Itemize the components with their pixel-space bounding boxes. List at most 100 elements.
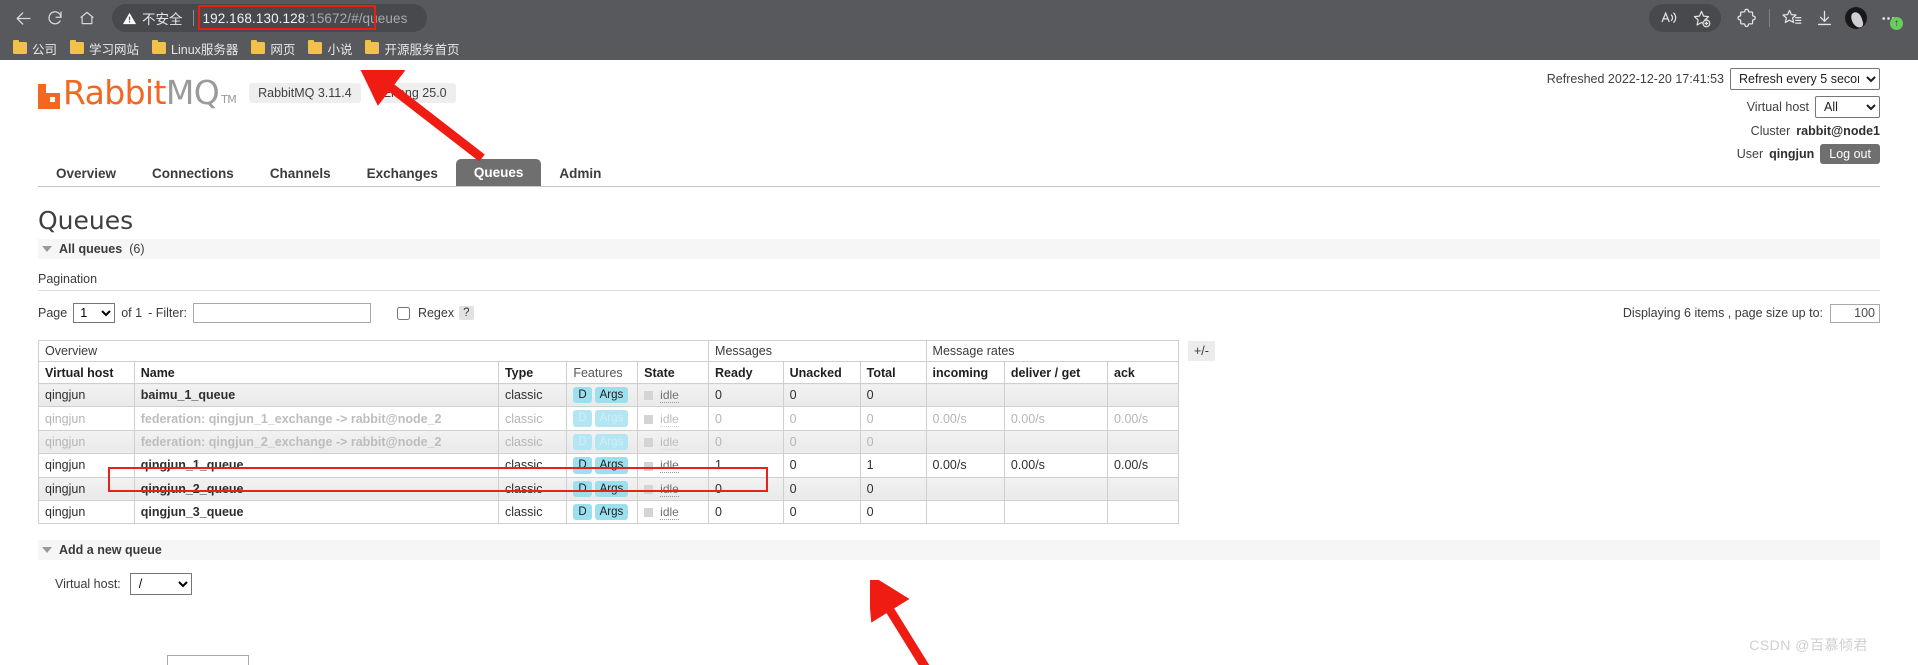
table-row[interactable]: qingjun qingjun_2_queue classic D Args idle 0 0… (38, 476, 1179, 501)
toolbar-right-group: ↑ (1649, 4, 1910, 32)
settings-more-icon[interactable]: ↑ (1872, 4, 1904, 32)
read-aloud-icon[interactable] (1653, 4, 1685, 32)
col-state[interactable]: State (637, 361, 710, 384)
cell-unacked: 0 (782, 382, 861, 408)
bookmark-label: 小说 (327, 42, 353, 57)
cell-unacked: 0 (782, 406, 861, 431)
bookmark-item[interactable]: 学习网站 (66, 37, 148, 60)
refresh-interval-select[interactable]: Refresh every 5 seconds (1730, 68, 1880, 90)
col-virtual-host[interactable]: Virtual host (38, 361, 135, 384)
bookmark-item[interactable]: 开源服务首页 (361, 37, 468, 60)
bookmark-item[interactable]: Linux服务器 (148, 37, 247, 60)
add-queue-section-header[interactable]: Add a new queue (38, 540, 1880, 561)
state-label: idle (660, 505, 679, 521)
table-row[interactable]: qingjun qingjun_1_queue classic D Args idle 1 0… (38, 453, 1179, 478)
add-queue-vhost-select[interactable]: / (129, 573, 192, 596)
reload-icon[interactable] (40, 3, 70, 33)
col-name[interactable]: Name (133, 361, 499, 384)
badge-args-icon: Args (594, 480, 629, 497)
state-label: idle (660, 481, 679, 497)
user-label: User (1736, 147, 1764, 161)
cell-incoming: 0.00/s (925, 453, 1005, 478)
table-row[interactable]: qingjun baimu_1_queue classic D Args idle 0 0 0 (38, 382, 1179, 408)
queues-table: Overview Messages Message rates Virtual … (37, 340, 1180, 525)
cell-unacked: 0 (782, 499, 861, 525)
cell-virtual-host: qingjun (38, 499, 135, 525)
col-total[interactable]: Total (859, 361, 927, 384)
cell-queue-name[interactable]: federation: qingjun_1_exchange -> rabbit… (133, 406, 499, 431)
page-of-label: of 1 (121, 306, 143, 320)
page-size-input[interactable] (1830, 303, 1880, 323)
state-indicator-icon (644, 438, 654, 448)
col-incoming[interactable]: incoming (925, 361, 1005, 384)
downloads-icon[interactable] (1808, 4, 1840, 32)
cell-features: D Args (566, 406, 639, 431)
table-column-header-row: Virtual host Name Type Features State Re… (38, 361, 1179, 384)
regex-help-icon[interactable]: ? (459, 306, 474, 320)
badge-durable-icon: D (573, 410, 592, 427)
tab-channels[interactable]: Channels (252, 161, 349, 187)
col-deliver-get[interactable]: deliver / get (1003, 361, 1109, 384)
col-ready[interactable]: Ready (708, 361, 784, 384)
state-label: idle (660, 458, 679, 474)
regex-label: Regex (417, 306, 455, 320)
bookmark-label: 网页 (270, 42, 296, 57)
home-icon[interactable] (72, 3, 102, 33)
cell-queue-name[interactable]: federation: qingjun_2_exchange -> rabbit… (133, 429, 499, 455)
tab-queues[interactable]: Queues (455, 158, 542, 186)
cell-queue-name[interactable]: baimu_1_queue (133, 382, 499, 408)
cell-virtual-host: qingjun (38, 429, 135, 455)
bookmark-item[interactable]: 网页 (247, 37, 304, 60)
collections-icon[interactable] (1776, 4, 1808, 32)
cell-queue-name[interactable]: qingjun_3_queue (133, 499, 499, 525)
tab-admin[interactable]: Admin (541, 161, 619, 187)
logout-button[interactable]: Log out (1820, 144, 1880, 164)
regex-checkbox[interactable] (396, 306, 410, 320)
cell-total: 0 (859, 499, 927, 525)
bookmark-item[interactable]: 公司 (9, 37, 66, 60)
cell-ack: 0.00/s (1107, 406, 1179, 431)
address-bar[interactable]: 不安全 192.168.130.128:15672/#/queues (112, 4, 427, 32)
all-queues-label: All queues (59, 242, 123, 256)
add-queue-name-input[interactable] (167, 655, 249, 665)
table-row[interactable]: qingjun federation: qingjun_1_exchange ->… (38, 406, 1179, 431)
cell-queue-name[interactable]: qingjun_1_queue (133, 453, 499, 478)
security-warning[interactable]: 不安全 (122, 8, 183, 28)
tab-overview[interactable]: Overview (38, 161, 134, 187)
rabbitmq-glyph-icon (38, 84, 60, 109)
cell-deliver-get (1003, 476, 1109, 501)
bookmark-item[interactable]: 小说 (304, 37, 361, 60)
col-ack[interactable]: ack (1107, 361, 1179, 384)
folder-icon (251, 39, 266, 54)
cell-queue-name[interactable]: qingjun_2_queue (133, 476, 499, 501)
badge-args-icon: Args (594, 433, 629, 451)
url-host: 192.168.130.128 (202, 10, 306, 26)
col-type[interactable]: Type (497, 361, 568, 384)
cell-deliver-get (1003, 499, 1109, 525)
logo-text-rabbit: Rabbit (63, 73, 166, 112)
col-unacked[interactable]: Unacked (782, 361, 861, 384)
extensions-icon[interactable] (1731, 4, 1763, 32)
table-row[interactable]: qingjun federation: qingjun_2_exchange ->… (38, 429, 1179, 455)
tab-connections[interactable]: Connections (134, 161, 252, 187)
add-favorite-icon[interactable] (1685, 4, 1717, 32)
profile-avatar[interactable] (1840, 4, 1872, 32)
cell-state: idle (637, 429, 710, 455)
back-arrow-icon[interactable] (8, 3, 38, 33)
state-indicator-icon (644, 484, 654, 494)
filter-input[interactable] (192, 303, 371, 323)
regex-toggle[interactable]: Regex ? (393, 304, 474, 323)
folder-icon (13, 39, 27, 54)
vhost-select[interactable]: All (1815, 96, 1880, 118)
table-row[interactable]: qingjun qingjun_3_queue classic D Args idle 0 0… (38, 499, 1179, 525)
all-queues-count: (6) (129, 242, 145, 256)
rabbitmq-logo[interactable]: Rabbit MQ TM (38, 73, 237, 112)
filter-label: - Filter: (148, 306, 187, 320)
tab-exchanges[interactable]: Exchanges (349, 161, 456, 187)
displaying-info: Displaying 6 items , page size up to: (1623, 303, 1880, 323)
all-queues-section-header[interactable]: All queues (6) (38, 239, 1880, 259)
page-number-select[interactable]: 1 (73, 303, 116, 323)
cell-ack (1107, 476, 1179, 501)
column-toggle-button[interactable]: +/- (1188, 341, 1215, 361)
cell-incoming (925, 429, 1005, 455)
